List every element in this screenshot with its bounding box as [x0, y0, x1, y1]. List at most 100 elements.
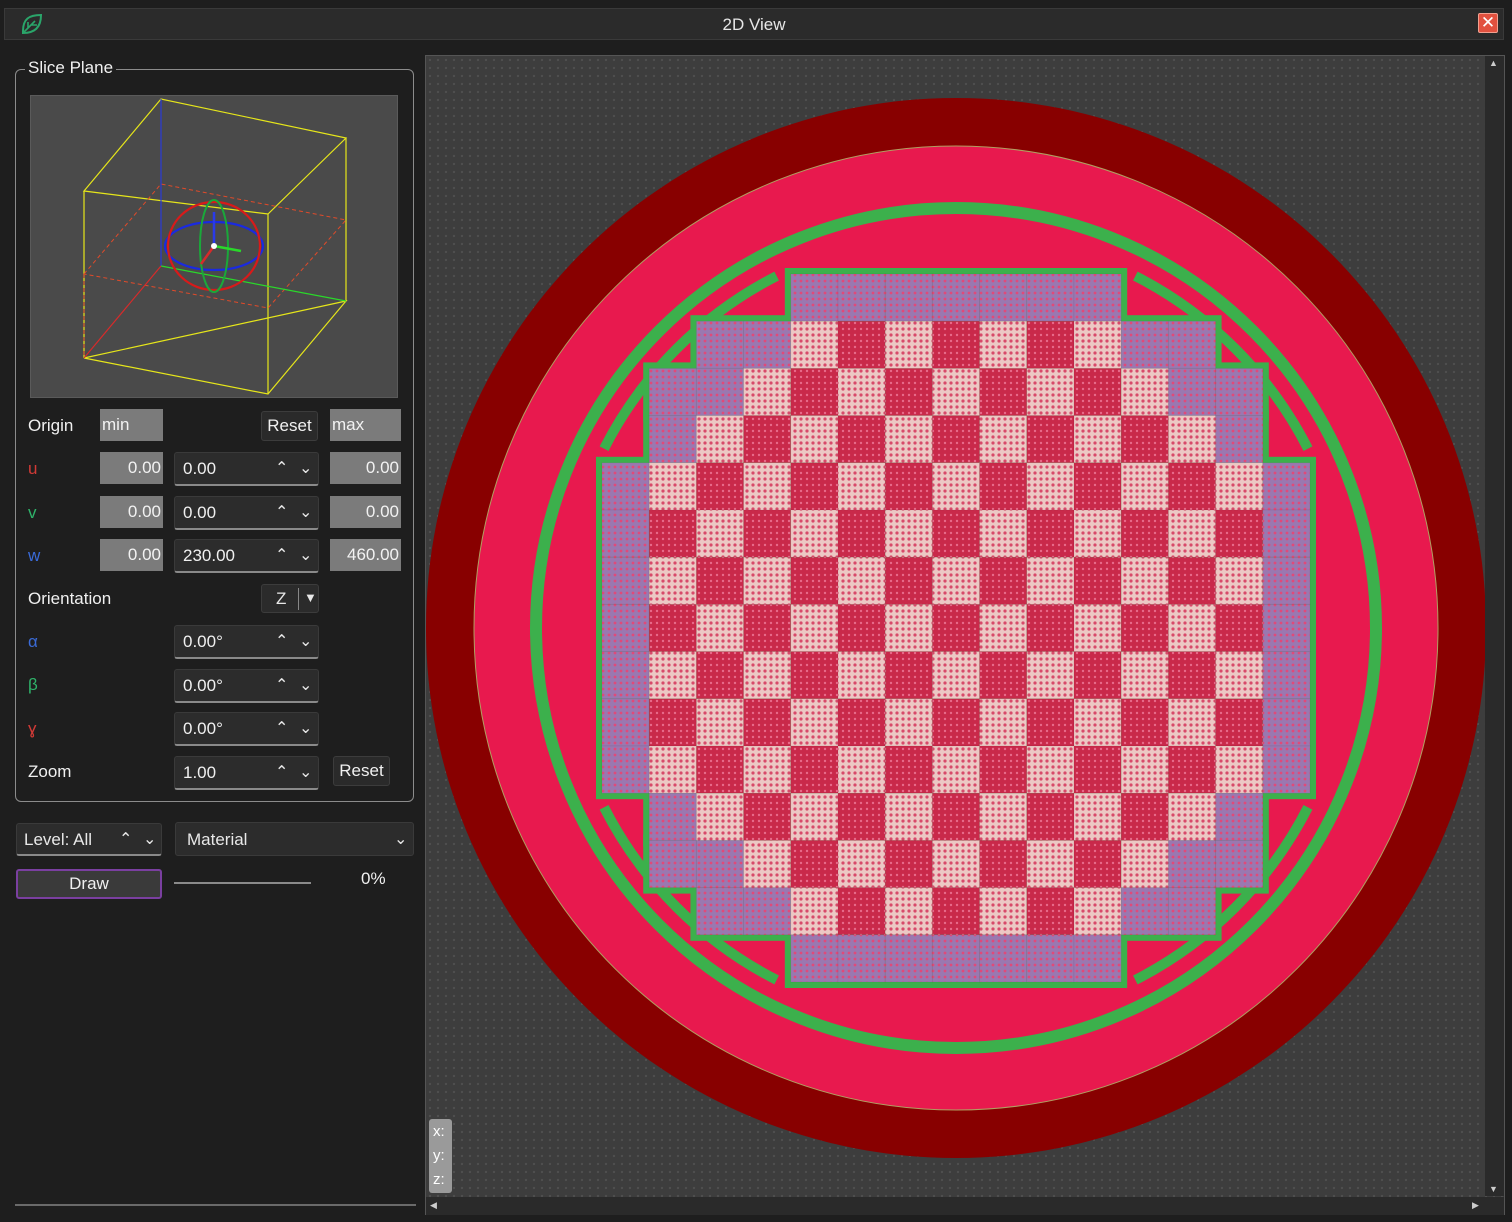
spin-up-icon[interactable]: ⌃: [275, 631, 288, 651]
fuel-assembly: [1026, 273, 1075, 322]
w-min-field: 0.00: [100, 539, 163, 571]
fuel-assembly: [884, 934, 933, 983]
vertical-scrollbar[interactable]: ▲ ▼: [1485, 56, 1504, 1196]
u-value-spinbox[interactable]: 0.00 ⌃ ⌄: [174, 452, 319, 486]
fuel-assembly: [1026, 603, 1075, 653]
chevron-down-icon[interactable]: ⌄: [394, 829, 407, 849]
fuel-assembly: [979, 415, 1028, 464]
color-by-select[interactable]: Material ⌄: [175, 822, 414, 856]
spin-down-icon[interactable]: ⌄: [143, 829, 156, 849]
fuel-assembly: [1215, 792, 1264, 841]
fuel-assembly: [648, 792, 697, 841]
alpha-spinbox[interactable]: 0.00° ⌃ ⌄: [174, 625, 319, 659]
fuel-assembly: [931, 887, 981, 936]
zoom-spinbox[interactable]: 1.00 ⌃ ⌄: [174, 756, 319, 790]
fuel-assembly: [695, 415, 745, 464]
spin-up-icon[interactable]: ⌃: [275, 718, 288, 738]
scroll-up-icon[interactable]: ▲: [1489, 58, 1498, 68]
fuel-assembly: [837, 273, 886, 322]
origin-reset-button[interactable]: Reset: [261, 411, 318, 441]
fuel-assembly: [931, 273, 981, 322]
fuel-assembly: [1073, 415, 1122, 464]
fuel-assembly: [931, 651, 981, 700]
spin-down-icon[interactable]: ⌄: [299, 458, 312, 478]
draw-button[interactable]: Draw: [16, 869, 162, 899]
fuel-assembly: [1120, 320, 1169, 369]
fuel-assembly: [1073, 556, 1122, 605]
min-header: min: [100, 409, 163, 441]
fuel-assembly: [884, 556, 933, 605]
fuel-assembly: [837, 887, 886, 936]
horizontal-scrollbar[interactable]: ◀ ▶: [426, 1197, 1485, 1215]
orientation-combo[interactable]: Z ▼: [261, 584, 319, 613]
fuel-assembly: [1167, 462, 1217, 511]
close-button[interactable]: ✕: [1478, 13, 1498, 33]
fuel-assembly: [1073, 745, 1122, 794]
fuel-assembly: [884, 462, 933, 511]
reactor-geometry-plot[interactable]: [426, 56, 1505, 1215]
fuel-assembly: [695, 839, 745, 889]
fuel-assembly: [837, 651, 886, 700]
fuel-assembly: [1073, 934, 1122, 983]
fuel-assembly: [1167, 698, 1217, 747]
v-value-spinbox[interactable]: 0.00 ⌃ ⌄: [174, 496, 319, 530]
level-spinbox[interactable]: Level: All ⌃ ⌄: [16, 823, 162, 856]
fuel-assembly: [1026, 887, 1075, 936]
scroll-right-icon[interactable]: ▶: [1472, 1200, 1479, 1211]
fuel-assembly: [979, 934, 1028, 983]
fuel-assembly: [837, 934, 886, 983]
spin-up-icon[interactable]: ⌃: [275, 458, 288, 478]
w-value-spinbox[interactable]: 230.00 ⌃ ⌄: [174, 539, 319, 573]
fuel-assembly: [1167, 415, 1217, 464]
scroll-left-icon[interactable]: ◀: [430, 1200, 437, 1211]
fuel-assembly: [1073, 651, 1122, 700]
spin-down-icon[interactable]: ⌄: [299, 718, 312, 738]
fuel-assembly: [1073, 509, 1122, 558]
v-axis-label: v: [28, 503, 37, 522]
spin-up-icon[interactable]: ⌃: [275, 545, 288, 565]
spin-down-icon[interactable]: ⌄: [299, 631, 312, 651]
fuel-assembly: [837, 415, 886, 464]
dropdown-arrow-icon[interactable]: ▼: [304, 590, 317, 605]
spin-down-icon[interactable]: ⌄: [299, 675, 312, 695]
spin-up-icon[interactable]: ⌃: [275, 502, 288, 522]
spin-down-icon[interactable]: ⌄: [299, 545, 312, 565]
slice-viewport[interactable]: [425, 55, 1505, 1215]
gamma-spinbox[interactable]: 0.00° ⌃ ⌄: [174, 712, 319, 746]
w-max-field: 460.00: [330, 539, 401, 571]
fuel-assembly: [743, 603, 792, 653]
fuel-assembly: [1120, 556, 1169, 605]
spin-down-icon[interactable]: ⌄: [299, 762, 312, 782]
scroll-down-icon[interactable]: ▼: [1489, 1184, 1498, 1194]
fuel-assembly: [1026, 934, 1075, 983]
spin-up-icon[interactable]: ⌃: [275, 675, 288, 695]
fuel-assembly: [1262, 651, 1311, 700]
fuel-assembly: [837, 462, 886, 511]
fuel-assembly: [790, 273, 839, 322]
progress-percent: 0%: [361, 869, 386, 888]
beta-spinbox[interactable]: 0.00° ⌃ ⌄: [174, 669, 319, 703]
slice-preview-3d[interactable]: [30, 95, 398, 398]
fuel-assembly: [1073, 839, 1122, 889]
fuel-assembly: [1215, 839, 1264, 889]
fuel-assembly: [1120, 462, 1169, 511]
fuel-assembly: [1167, 603, 1217, 653]
fuel-assembly: [1120, 651, 1169, 700]
window-title: 2D View: [722, 15, 786, 34]
fuel-assembly: [1120, 839, 1169, 889]
fuel-assembly: [1026, 792, 1075, 841]
spin-down-icon[interactable]: ⌄: [299, 502, 312, 522]
fuel-assembly: [931, 509, 981, 558]
fuel-assembly: [979, 651, 1028, 700]
fuel-assembly: [1073, 367, 1122, 417]
spin-up-icon[interactable]: ⌃: [119, 829, 132, 849]
fuel-assembly: [837, 698, 886, 747]
combo-separator: [298, 588, 299, 610]
fuel-assembly: [743, 745, 792, 794]
fuel-assembly: [743, 415, 792, 464]
fuel-assembly: [1215, 462, 1264, 511]
fuel-assembly: [601, 509, 650, 558]
fuel-assembly: [1167, 651, 1217, 700]
spin-up-icon[interactable]: ⌃: [275, 762, 288, 782]
zoom-reset-button[interactable]: Reset: [333, 756, 390, 786]
